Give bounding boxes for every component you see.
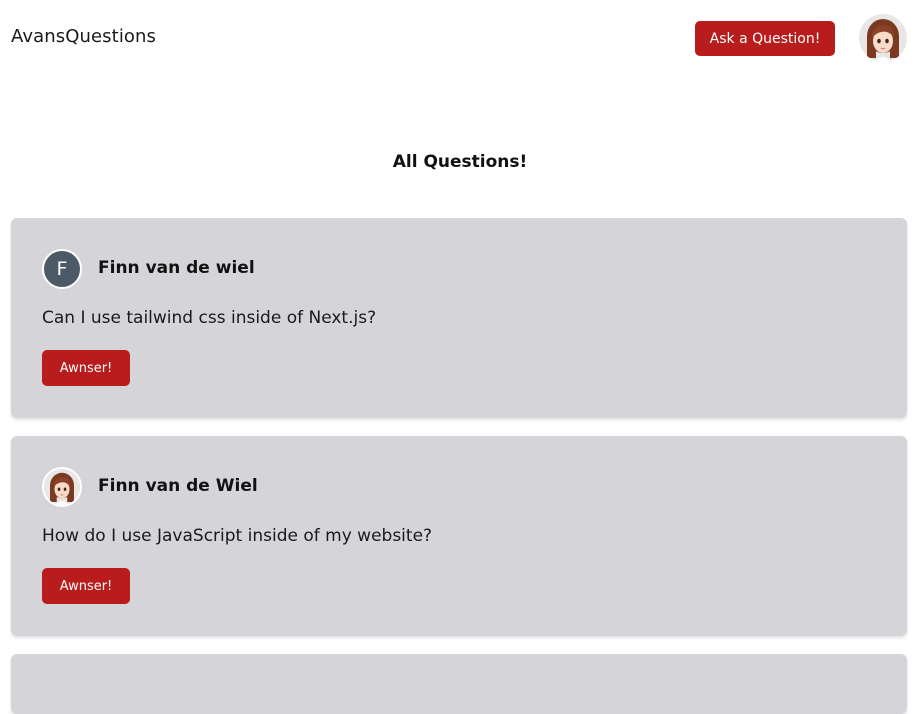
answer-button[interactable]: Awnser! [42,568,130,604]
author-name: Finn van de Wiel [98,476,258,496]
author-avatar [42,467,82,507]
page-title: All Questions! [392,152,528,172]
question-text: How do I use JavaScript inside of my web… [42,526,433,546]
brand-logo-text[interactable]: AvansQuestions [11,26,156,47]
question-text: Can I use tailwind css inside of Next.js… [42,308,377,328]
user-avatar[interactable] [859,14,907,62]
author-name: Finn van de wiel [98,258,255,278]
question-card: Finn van de Wiel How do I use JavaScript… [11,436,907,636]
question-card: F Finn van de wiel Can I use tailwind cs… [11,218,907,418]
ask-question-button[interactable]: Ask a Question! [695,21,835,56]
author-avatar: F [42,249,82,289]
anime-girl-avatar-icon [859,14,907,62]
question-card [11,654,907,714]
top-navbar: AvansQuestions Ask a Question! [0,0,920,76]
anime-girl-avatar-icon [44,469,80,505]
answer-button[interactable]: Awnser! [42,350,130,386]
